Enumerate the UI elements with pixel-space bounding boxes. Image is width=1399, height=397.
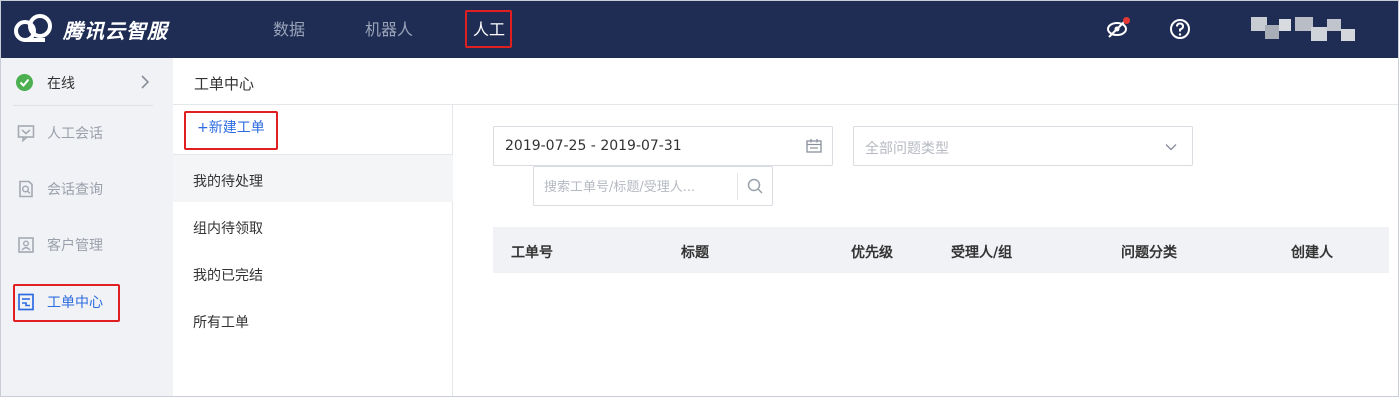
chevron-right-icon	[141, 75, 150, 89]
app-window: 腾讯云智服 数据 机器人 人工 在线 人工会话 会话查询 客户管理 工单中心 工…	[0, 0, 1399, 397]
nav-data[interactable]: 数据	[273, 1, 305, 58]
list-item-label: 我的已完结	[193, 268, 263, 284]
chat-icon	[17, 125, 35, 142]
column-header-assignee[interactable]: 受理人/组	[951, 242, 1012, 262]
page-title: 工单中心	[194, 75, 255, 93]
list-item-my-pending[interactable]: 我的待处理	[173, 155, 453, 202]
column-header-creator[interactable]: 创建人	[1291, 242, 1333, 262]
column-header-title[interactable]: 标题	[681, 242, 709, 262]
user-avatar[interactable]	[1251, 15, 1361, 45]
issue-type-select[interactable]: 全部问题类型	[853, 126, 1193, 166]
highlight-box	[13, 284, 120, 322]
list-item-group-unclaimed[interactable]: 组内待领取	[173, 202, 453, 249]
brand-logo[interactable]: 腾讯云智服	[13, 13, 168, 45]
date-range-value: 2019-07-25 - 2019-07-31	[505, 138, 682, 154]
sidebar-item-label: 会话查询	[47, 182, 103, 198]
brand-name: 腾讯云智服	[63, 18, 168, 43]
list-item-all-tickets[interactable]: 所有工单	[173, 296, 453, 343]
nav-robot[interactable]: 机器人	[365, 1, 413, 58]
chevron-down-icon	[1165, 144, 1177, 151]
list-item-my-completed[interactable]: 我的已完结	[173, 249, 453, 296]
date-range-picker[interactable]: 2019-07-25 - 2019-07-31	[493, 126, 833, 166]
column-header-ticket-id[interactable]: 工单号	[511, 242, 553, 262]
highlight-box	[184, 111, 278, 150]
search-doc-icon	[19, 180, 33, 198]
sidebar-item-label: 客户管理	[47, 238, 103, 254]
column-header-category[interactable]: 问题分类	[1121, 242, 1177, 262]
sidebar-item-customers[interactable]: 客户管理	[1, 225, 173, 265]
highlight-box	[465, 10, 512, 48]
sidebar-item-manual-chat[interactable]: 人工会话	[1, 113, 173, 153]
status-label: 在线	[47, 76, 75, 92]
divider	[737, 173, 738, 200]
ticket-search	[533, 166, 773, 206]
sidebar-item-label: 人工会话	[47, 126, 103, 142]
list-item-label: 组内待领取	[193, 221, 263, 237]
divider	[13, 105, 153, 106]
left-sidebar: 在线 人工会话 会话查询 客户管理 工单中心	[1, 58, 173, 396]
list-item-label: 所有工单	[193, 315, 249, 331]
contact-card-icon	[18, 237, 34, 253]
help-icon[interactable]	[1167, 16, 1193, 42]
search-icon[interactable]	[746, 177, 764, 195]
notification-dot	[1123, 17, 1130, 24]
column-header-priority[interactable]: 优先级	[851, 242, 893, 262]
search-input[interactable]	[544, 177, 734, 197]
agent-status[interactable]: 在线	[1, 58, 173, 106]
top-navbar: 腾讯云智服 数据 机器人 人工	[1, 1, 1398, 58]
sidebar-item-session-query[interactable]: 会话查询	[1, 169, 173, 209]
issue-type-placeholder: 全部问题类型	[865, 141, 949, 157]
list-item-label: 我的待处理	[193, 174, 263, 190]
cloud-logo-icon	[14, 14, 52, 42]
ticket-table-header: 工单号 标题 优先级 受理人/组 问题分类 创建人	[493, 227, 1389, 273]
calendar-icon	[806, 139, 822, 153]
online-check-icon	[16, 74, 33, 91]
